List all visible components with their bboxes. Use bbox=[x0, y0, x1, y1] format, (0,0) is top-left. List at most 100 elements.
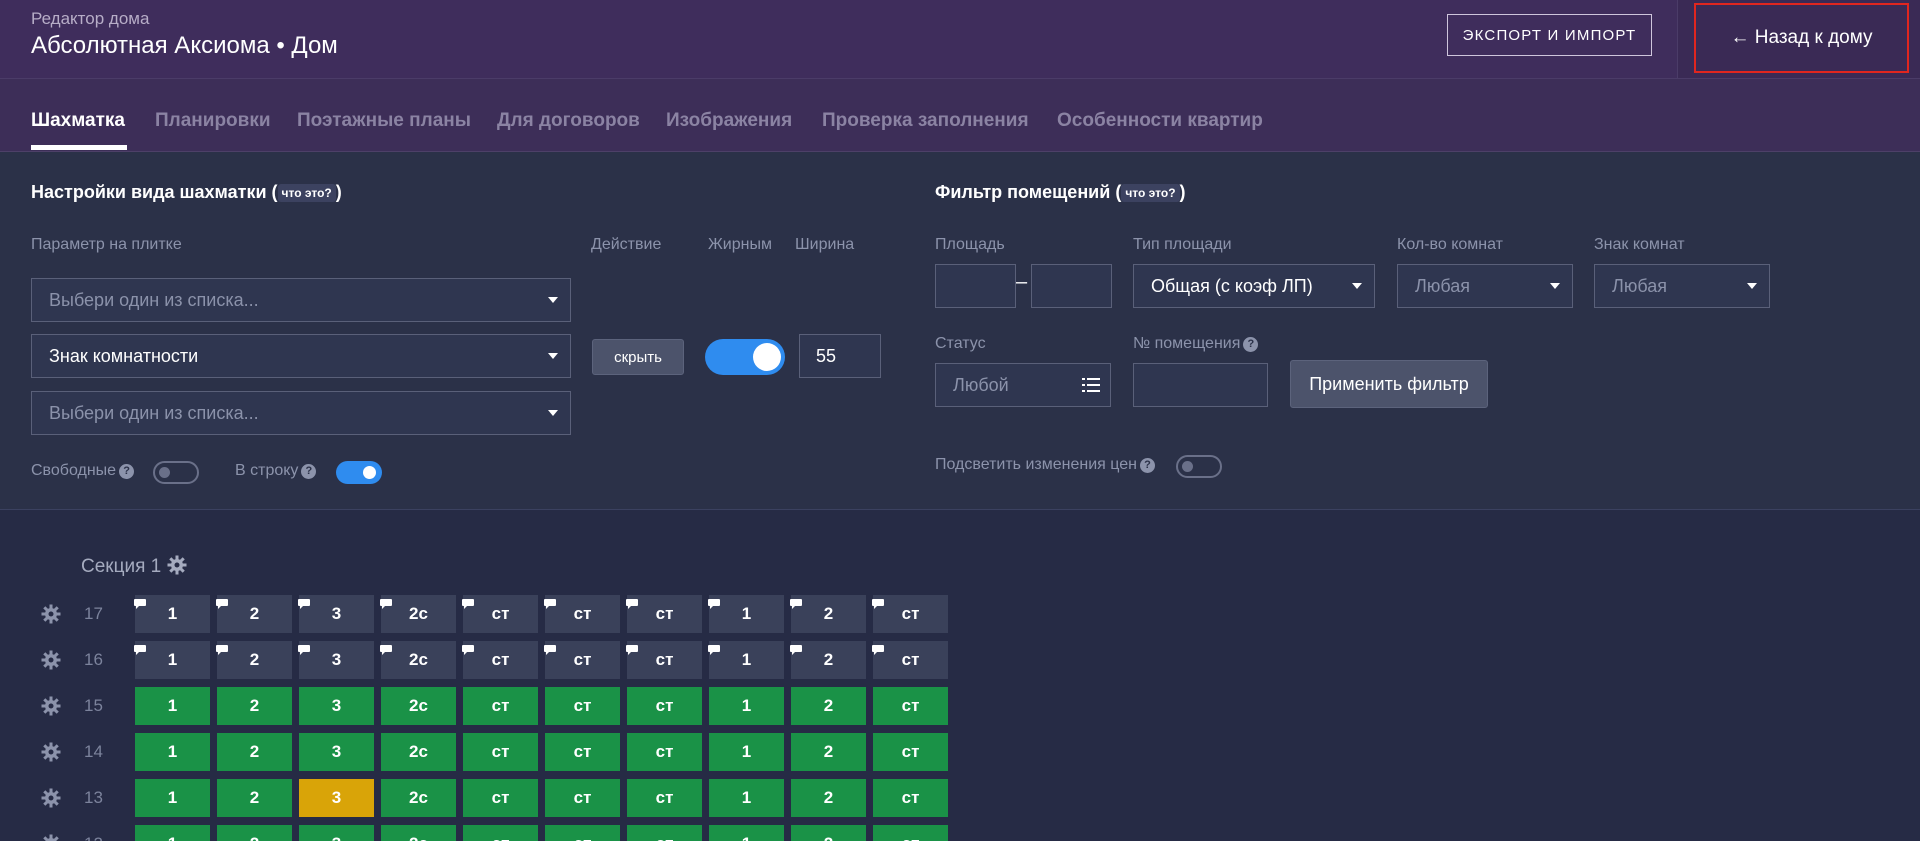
tab-floor-plans[interactable]: Поэтажные планы bbox=[297, 110, 471, 132]
param-select-1[interactable]: Выбери один из списка... bbox=[31, 278, 571, 322]
apartment-cell[interactable]: 1 bbox=[135, 687, 210, 725]
section-gear-icon[interactable] bbox=[167, 555, 187, 575]
number-input[interactable] bbox=[1133, 363, 1268, 407]
apartment-cell[interactable]: ст bbox=[463, 687, 538, 725]
apartment-cell[interactable]: ст bbox=[463, 825, 538, 841]
apartment-cell[interactable]: 2 bbox=[791, 687, 866, 725]
apartment-cell[interactable]: 1 bbox=[134, 641, 210, 679]
apartment-cell[interactable]: 3 bbox=[299, 779, 374, 817]
tab-chess[interactable]: Шахматка bbox=[31, 110, 125, 132]
apartment-cell[interactable]: ст bbox=[545, 687, 620, 725]
apartment-cell[interactable]: 2с bbox=[381, 733, 456, 771]
help-icon[interactable]: ? bbox=[119, 464, 135, 479]
apartment-cell[interactable]: ст bbox=[627, 825, 702, 841]
apartment-cell[interactable]: 2 bbox=[217, 779, 292, 817]
apartment-cell[interactable]: ст bbox=[873, 825, 948, 841]
apartment-cell[interactable]: 1 bbox=[708, 595, 784, 633]
inline-toggle[interactable] bbox=[336, 461, 382, 484]
inline-label-text: В строку bbox=[235, 462, 299, 479]
apartment-cell[interactable]: 2 bbox=[790, 595, 866, 633]
apartment-cell[interactable]: 2с bbox=[381, 825, 456, 841]
area-min-input[interactable] bbox=[935, 264, 1016, 308]
apartment-cell[interactable]: 2 bbox=[217, 825, 292, 841]
apartment-cell[interactable]: ст bbox=[627, 779, 702, 817]
apartment-cell[interactable]: ст bbox=[627, 733, 702, 771]
help-icon[interactable]: ? bbox=[1139, 458, 1155, 473]
bold-toggle[interactable] bbox=[705, 339, 785, 375]
apartment-cell[interactable]: ст bbox=[544, 641, 620, 679]
apartment-cell[interactable]: 1 bbox=[134, 595, 210, 633]
apartment-cell[interactable]: 3 bbox=[299, 825, 374, 841]
apartment-cell[interactable]: ст bbox=[627, 687, 702, 725]
help-icon[interactable]: ? bbox=[301, 464, 317, 479]
apartment-cell[interactable]: 1 bbox=[135, 825, 210, 841]
tab-contracts[interactable]: Для договоров bbox=[497, 110, 640, 132]
apartment-cell[interactable]: ст bbox=[463, 733, 538, 771]
apartment-cell[interactable]: ст bbox=[873, 687, 948, 725]
filter-help-link[interactable]: что это? bbox=[1121, 184, 1180, 203]
floor-gear-icon[interactable] bbox=[41, 650, 61, 670]
rooms-sign-select[interactable]: Любая bbox=[1594, 264, 1770, 308]
floor-gear-icon[interactable] bbox=[41, 834, 61, 841]
apartment-cell[interactable]: 1 bbox=[709, 733, 784, 771]
param-select-3[interactable]: Выбери один из списка... bbox=[31, 391, 571, 435]
tab-images[interactable]: Изображения bbox=[666, 110, 792, 132]
apartment-cell[interactable]: 2 bbox=[216, 595, 292, 633]
apartment-cell[interactable]: 2 bbox=[216, 641, 292, 679]
apartment-cell[interactable]: ст bbox=[545, 733, 620, 771]
apartment-cell[interactable]: ст bbox=[873, 779, 948, 817]
apartment-cell[interactable]: 1 bbox=[709, 779, 784, 817]
tab-fill-check[interactable]: Проверка заполнения bbox=[822, 110, 1029, 132]
floor-gear-icon[interactable] bbox=[41, 742, 61, 762]
help-icon[interactable]: ? bbox=[1243, 337, 1259, 352]
floor-gear-icon[interactable] bbox=[41, 604, 61, 624]
apartment-cell[interactable]: ст bbox=[462, 595, 538, 633]
apartment-cell[interactable]: ст bbox=[626, 641, 702, 679]
apartment-cell[interactable]: 3 bbox=[299, 687, 374, 725]
width-input[interactable]: 55 bbox=[799, 334, 881, 378]
apartment-cell[interactable]: ст bbox=[545, 825, 620, 841]
back-to-house-button[interactable]: ← Назад к дому bbox=[1694, 3, 1909, 73]
apartment-cell[interactable]: 1 bbox=[708, 641, 784, 679]
apartment-cell[interactable]: 2 bbox=[217, 687, 292, 725]
view-settings-help-link[interactable]: что это? bbox=[277, 184, 336, 203]
status-select[interactable]: Любой bbox=[935, 363, 1111, 407]
area-max-input[interactable] bbox=[1031, 264, 1112, 308]
param-select-2[interactable]: Знак комнатности bbox=[31, 334, 571, 378]
apartment-cell[interactable]: 2 bbox=[790, 641, 866, 679]
apartment-cell[interactable]: 2 bbox=[217, 733, 292, 771]
apartment-cell[interactable]: 2 bbox=[791, 825, 866, 841]
apartment-cell[interactable]: 2с bbox=[380, 641, 456, 679]
apartment-cell[interactable]: 2 bbox=[791, 779, 866, 817]
apartment-cell[interactable]: ст bbox=[463, 779, 538, 817]
floor-gear-icon[interactable] bbox=[41, 696, 61, 716]
apartment-cell[interactable]: 2с bbox=[381, 779, 456, 817]
price-highlight-toggle[interactable] bbox=[1176, 455, 1222, 478]
rooms-select[interactable]: Любая bbox=[1397, 264, 1573, 308]
free-toggle[interactable] bbox=[153, 461, 199, 484]
apartment-cell[interactable]: ст bbox=[872, 595, 948, 633]
apartment-cell[interactable]: ст bbox=[545, 779, 620, 817]
apply-filter-button[interactable]: Применить фильтр bbox=[1290, 360, 1488, 408]
tab-layouts[interactable]: Планировки bbox=[155, 110, 271, 132]
apartment-cell[interactable]: 3 bbox=[298, 641, 374, 679]
hide-button[interactable]: скрыть bbox=[592, 339, 684, 375]
export-import-button[interactable]: ЭКСПОРТ И ИМПОРТ bbox=[1447, 14, 1652, 56]
apartment-cell[interactable]: 1 bbox=[709, 687, 784, 725]
apartment-cell[interactable]: ст bbox=[462, 641, 538, 679]
apartment-cell[interactable]: ст bbox=[872, 641, 948, 679]
area-type-select[interactable]: Общая (с коэф ЛП) bbox=[1133, 264, 1375, 308]
apartment-cell[interactable]: 2с bbox=[380, 595, 456, 633]
apartment-cell[interactable]: 1 bbox=[135, 733, 210, 771]
apartment-cell[interactable]: 3 bbox=[298, 595, 374, 633]
tab-apartment-features[interactable]: Особенности квартир bbox=[1057, 110, 1263, 132]
apartment-cell[interactable]: ст bbox=[544, 595, 620, 633]
apartment-cell[interactable]: 1 bbox=[709, 825, 784, 841]
apartment-cell[interactable]: 1 bbox=[135, 779, 210, 817]
apartment-cell[interactable]: ст bbox=[873, 733, 948, 771]
floor-gear-icon[interactable] bbox=[41, 788, 61, 808]
apartment-cell[interactable]: 2с bbox=[381, 687, 456, 725]
apartment-cell[interactable]: 3 bbox=[299, 733, 374, 771]
apartment-cell[interactable]: ст bbox=[626, 595, 702, 633]
apartment-cell[interactable]: 2 bbox=[791, 733, 866, 771]
